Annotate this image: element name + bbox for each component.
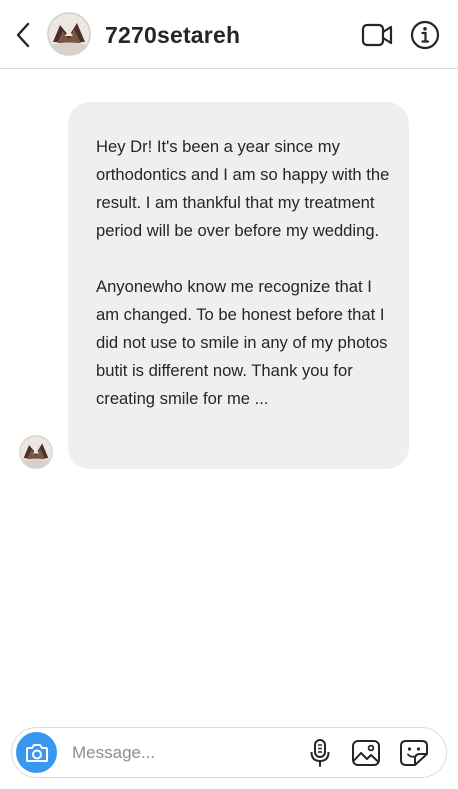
gallery-button[interactable] (349, 737, 383, 769)
profile-photo (47, 12, 91, 56)
sticker-button[interactable] (397, 737, 431, 769)
sender-avatar[interactable] (19, 435, 53, 469)
profile-photo (19, 435, 53, 469)
voice-message-button[interactable] (306, 737, 334, 769)
info-icon (410, 20, 440, 50)
direct-message-screen: 7270setareh Hey Dr! It's been a year sin… (0, 0, 458, 789)
video-camera-icon (361, 23, 393, 47)
info-button[interactable] (409, 19, 441, 51)
sticker-icon (400, 740, 428, 766)
message-composer (11, 727, 447, 778)
message-input[interactable] (72, 738, 292, 768)
message-paragraph: Hey Dr! It's been a year since my orthod… (96, 137, 390, 240)
message-text: Hey Dr! It's been a year since my orthod… (96, 133, 392, 413)
image-gallery-icon (352, 740, 380, 766)
message-paragraph: Anyonewho know me recognize that I am ch… (96, 277, 388, 408)
microphone-icon (310, 739, 330, 767)
camera-icon (25, 743, 48, 762)
avatar[interactable] (47, 12, 91, 56)
camera-button[interactable] (16, 732, 57, 773)
message-bubble[interactable]: Hey Dr! It's been a year since my orthod… (68, 102, 409, 469)
username[interactable]: 7270setareh (105, 20, 240, 50)
chat-header: 7270setareh (0, 0, 458, 69)
back-button[interactable] (8, 18, 38, 52)
chevron-left-icon (16, 22, 30, 48)
video-call-button[interactable] (360, 20, 394, 50)
